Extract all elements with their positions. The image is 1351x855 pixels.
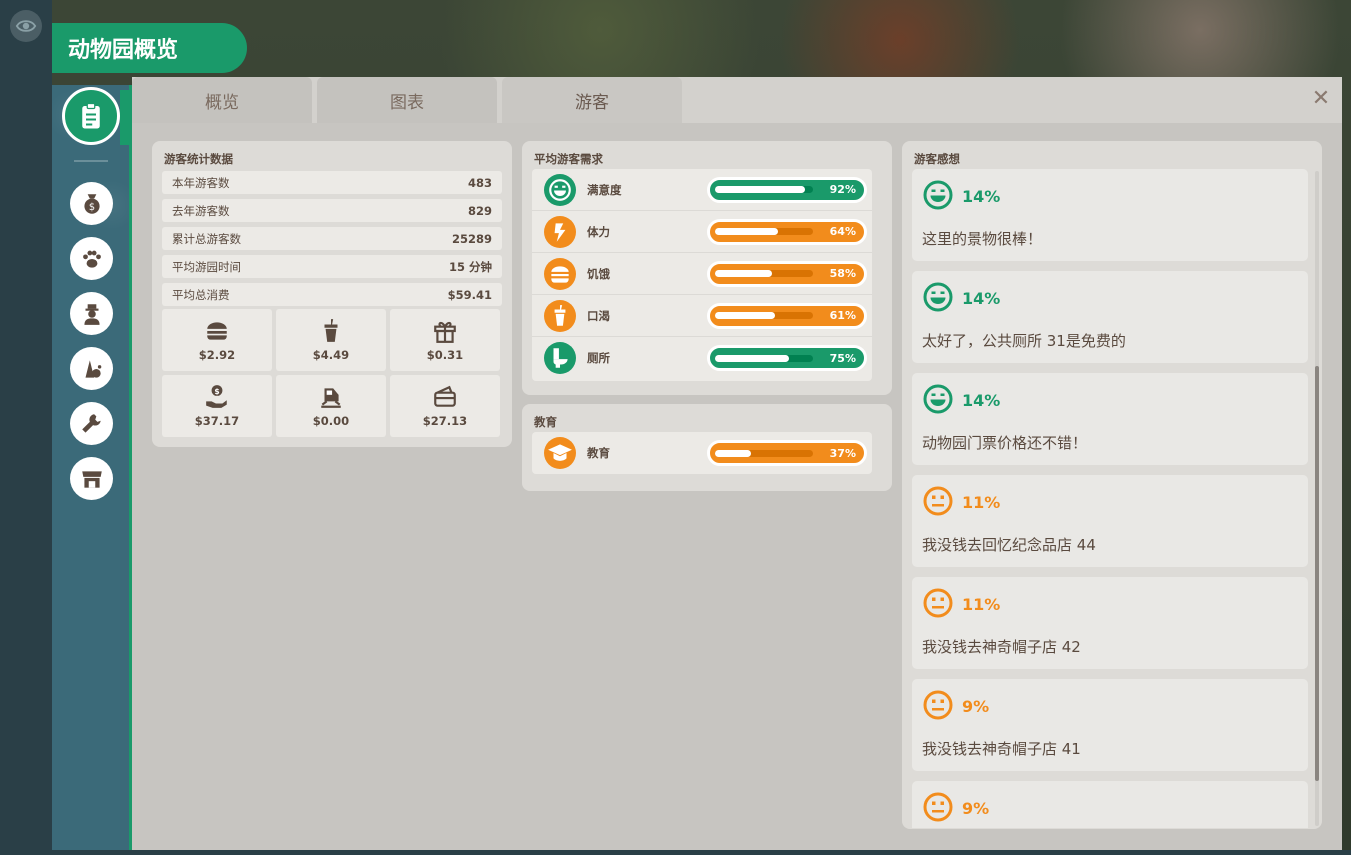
- visitor-stats-title: 游客统计数据: [164, 152, 233, 166]
- need-row-education: 教育 37%: [532, 432, 872, 474]
- stat-row: 平均总消费 $59.41: [162, 283, 502, 306]
- education-card: 教育 教育 37%: [522, 404, 892, 491]
- happy-face-icon: [923, 384, 953, 414]
- energy-icon: [554, 222, 566, 242]
- spend-gifts: $0.31: [390, 309, 500, 371]
- money-bag-icon: $: [83, 193, 100, 214]
- need-row-thirst: 口渴 61%: [532, 295, 872, 337]
- svg-text:$: $: [214, 387, 219, 396]
- left-rail: [0, 0, 52, 855]
- tab-visitors[interactable]: 游客: [502, 77, 682, 123]
- need-row-satisfaction: 满意度 92%: [532, 169, 872, 211]
- visitor-needs-card: 平均游客需求 满意度 92% 体力 64% 饥饿 58% 口渴 61% 厕所 7…: [522, 141, 892, 395]
- visitor-stats-card: 游客统计数据 本年游客数 483 去年游客数 829 累计总游客数 25289 平均游…: [152, 141, 512, 447]
- eye-icon: [15, 20, 37, 32]
- sidebar-item-animals[interactable]: [70, 237, 113, 280]
- spend-transport: $0.00: [276, 375, 386, 437]
- need-row-toilet: 厕所 75%: [532, 337, 872, 379]
- train-icon: [321, 388, 341, 408]
- stat-row: 本年游客数 483: [162, 171, 502, 194]
- stat-row: 平均游园时间 15 分钟: [162, 255, 502, 278]
- bottom-bar: [0, 850, 1351, 855]
- toilet-bar: 75%: [707, 345, 867, 371]
- close-button[interactable]: ✕: [1308, 85, 1334, 111]
- graduation-cap-icon: [548, 444, 572, 461]
- visitor-thoughts-card: 游客感想 14% 这里的景物很棒！ 14% 太好了，公共厕所 31是免费的 14…: [902, 141, 1322, 829]
- education-title: 教育: [534, 415, 557, 429]
- thought-item: 14% 太好了，公共厕所 31是免费的: [912, 271, 1308, 363]
- burger-icon: [207, 322, 227, 340]
- sidebar-item-staff[interactable]: [70, 292, 113, 335]
- thought-item: 9% 我没钱去神奇帽子店 41: [912, 679, 1308, 771]
- sidebar-item-maintenance[interactable]: [70, 402, 113, 445]
- clipboard-icon: [82, 102, 100, 129]
- close-icon: ✕: [1311, 85, 1331, 111]
- neutral-face-icon: [923, 690, 953, 720]
- scrollbar-thumb[interactable]: [1315, 366, 1319, 781]
- sidebar-item-habitats[interactable]: [70, 347, 113, 390]
- habitat-icon: [85, 359, 101, 378]
- need-row-hunger: 饥饿 58%: [532, 253, 872, 295]
- drink-icon: [554, 304, 566, 326]
- sidebar-item-finance[interactable]: $: [70, 182, 113, 225]
- spend-food: $2.92: [162, 309, 272, 371]
- staff-icon: [83, 303, 100, 325]
- spend-donations: $ $37.17: [162, 375, 272, 437]
- toilet-icon: [553, 348, 568, 368]
- svg-text:$: $: [88, 201, 94, 212]
- happy-face-icon: [549, 178, 571, 201]
- neutral-face-icon: [923, 486, 953, 516]
- view-toggle-button[interactable]: [10, 10, 42, 42]
- thought-item: 9%: [912, 781, 1308, 828]
- hunger-bar: 58%: [707, 260, 867, 287]
- page-title: 动物园概览: [52, 23, 247, 73]
- spend-tickets: $27.13: [390, 375, 500, 437]
- thirst-bar: 61%: [707, 302, 867, 329]
- happy-face-icon: [923, 282, 953, 312]
- neutral-face-icon: [923, 792, 953, 822]
- stat-row: 去年游客数 829: [162, 199, 502, 222]
- needs-title: 平均游客需求: [534, 152, 603, 166]
- thought-item: 14% 动物园门票价格还不错！: [912, 373, 1308, 465]
- thoughts-scrollbar[interactable]: [1315, 171, 1319, 826]
- education-bar: 37%: [707, 440, 867, 466]
- thought-item: 14% 这里的景物很棒！: [912, 169, 1308, 261]
- drink-icon: [324, 319, 338, 342]
- donation-icon: $: [206, 385, 227, 408]
- stat-row: 累计总游客数 25289: [162, 227, 502, 250]
- satisfaction-bar: 92%: [707, 176, 867, 203]
- shop-icon: [81, 470, 102, 488]
- need-row-energy: 体力 64%: [532, 211, 872, 253]
- sidebar-item-overview[interactable]: [62, 87, 120, 145]
- thoughts-list[interactable]: 14% 这里的景物很棒！ 14% 太好了，公共厕所 31是免费的 14% 动物园…: [902, 169, 1322, 828]
- burger-icon: [551, 265, 569, 283]
- neutral-face-icon: [923, 588, 953, 618]
- thought-item: 11% 我没钱去神奇帽子店 42: [912, 577, 1308, 669]
- sidebar-item-shops[interactable]: [70, 457, 113, 500]
- ticket-icon: [434, 385, 456, 407]
- wrench-icon: [81, 413, 101, 433]
- tab-overview[interactable]: 概览: [132, 77, 312, 123]
- tab-strip: 概览 图表 游客 ✕: [132, 77, 1342, 123]
- thought-item: 11% 我没钱去回忆纪念品店 44: [912, 475, 1308, 567]
- needs-list: 满意度 92% 体力 64% 饥饿 58% 口渴 61% 厕所 75%: [532, 169, 872, 381]
- gift-icon: [434, 321, 456, 343]
- tab-charts[interactable]: 图表: [317, 77, 497, 123]
- thoughts-title: 游客感想: [914, 152, 960, 166]
- happy-face-icon: [923, 180, 953, 210]
- paw-icon: [82, 250, 101, 268]
- zoo-overview-panel: 概览 图表 游客 ✕ 游客统计数据 本年游客数 483 去年游客数 829 累计总游…: [132, 77, 1342, 852]
- energy-bar: 64%: [707, 218, 867, 245]
- spend-drink: $4.49: [276, 309, 386, 371]
